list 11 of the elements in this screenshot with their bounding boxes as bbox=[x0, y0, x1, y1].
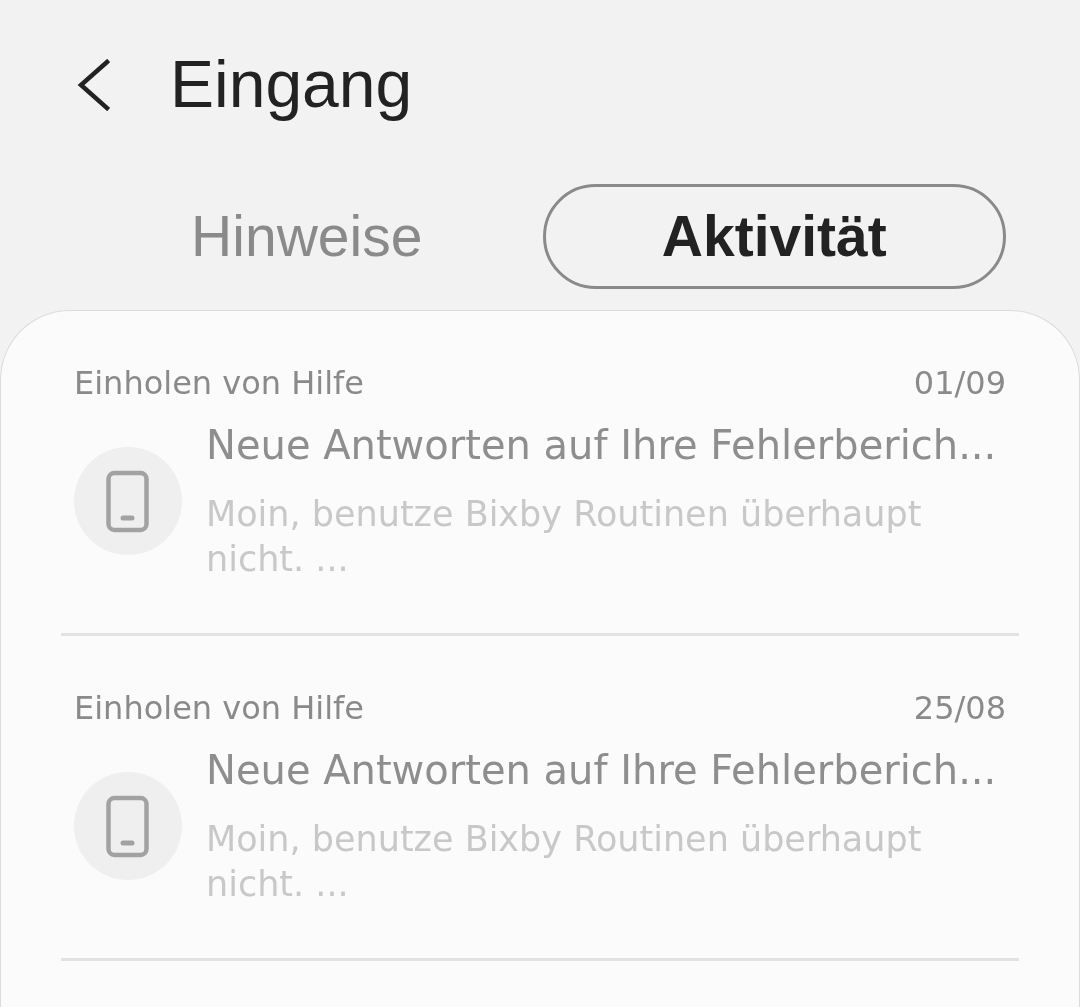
phone-icon bbox=[74, 447, 182, 555]
message-date: 25/08 bbox=[913, 690, 1006, 726]
tab[interactable]: Aktivität bbox=[542, 184, 1006, 289]
message-title: Neue Antworten auf Ihre Fehlerberich... bbox=[206, 421, 998, 470]
message-date: 01/09 bbox=[913, 365, 1006, 401]
message-title: Neue Antworten auf Ihre Fehlerberich... bbox=[206, 746, 998, 795]
phone-icon bbox=[74, 772, 182, 880]
message-source: Einholen von Hilfe bbox=[74, 365, 365, 401]
page-title: Eingang bbox=[170, 46, 413, 124]
message-source: Einholen von Hilfe bbox=[74, 690, 365, 726]
back-icon[interactable] bbox=[76, 59, 110, 111]
